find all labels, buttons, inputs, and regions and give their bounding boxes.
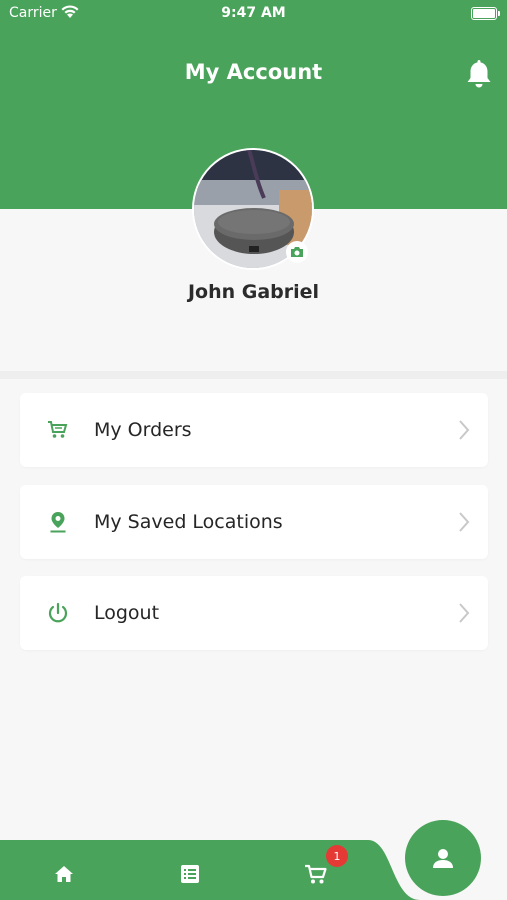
menu-item-logout[interactable]: Logout <box>20 576 488 650</box>
bell-icon[interactable] <box>464 58 494 90</box>
menu-item-saved-locations[interactable]: My Saved Locations <box>20 485 488 559</box>
cart-icon <box>305 864 327 884</box>
location-pin-icon <box>46 510 70 534</box>
page-title: My Account <box>184 60 323 84</box>
power-icon <box>46 601 70 625</box>
tab-list[interactable] <box>178 862 202 886</box>
status-time: 9:47 AM <box>221 5 286 21</box>
chevron-right-icon <box>459 420 470 440</box>
user-icon <box>433 849 453 868</box>
menu-item-label: My Orders <box>94 419 192 441</box>
menu-item-my-orders[interactable]: My Orders <box>20 393 488 467</box>
change-photo-button[interactable] <box>286 241 308 263</box>
menu-item-label: Logout <box>94 602 160 624</box>
list-icon <box>181 865 199 883</box>
section-divider <box>0 371 507 379</box>
tab-cart[interactable] <box>304 862 328 886</box>
chevron-right-icon <box>459 512 470 532</box>
tab-profile[interactable] <box>405 820 481 896</box>
tab-home[interactable] <box>52 862 76 886</box>
status-bar: Carrier 9:47 AM <box>0 0 507 30</box>
menu-item-label: My Saved Locations <box>94 511 283 533</box>
cart-icon <box>46 418 70 442</box>
cart-count-badge: 1 <box>326 845 348 867</box>
camera-icon <box>291 247 303 257</box>
account-screen: Carrier 9:47 AM My Account John Gabriel … <box>0 0 507 900</box>
profile-name: John Gabriel <box>187 281 320 303</box>
battery-icon <box>471 7 500 20</box>
chevron-right-icon <box>459 603 470 623</box>
home-icon <box>55 866 73 882</box>
